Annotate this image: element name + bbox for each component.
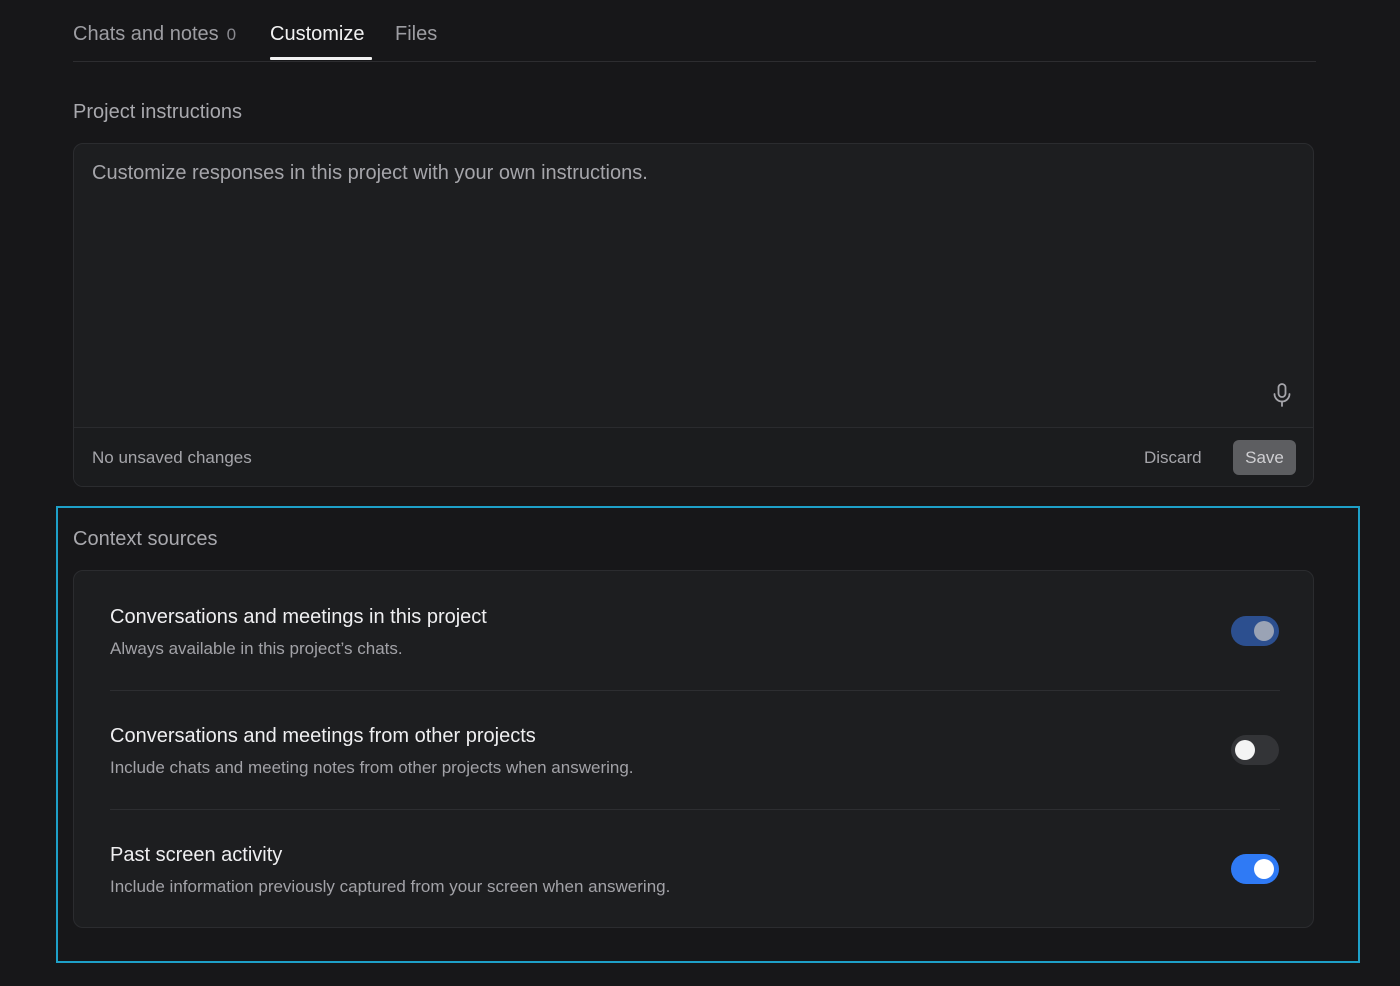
tab-bar: Chats and notes 0 Customize Files <box>73 0 1316 62</box>
tab-files[interactable]: Files <box>395 20 437 48</box>
tab-label: Files <box>395 23 438 45</box>
context-source-description: Include information previously captured … <box>110 877 671 896</box>
screen-activity-toggle[interactable] <box>1231 854 1279 884</box>
save-button[interactable]: Save <box>1233 440 1296 475</box>
context-sources-heading: Context sources <box>73 528 218 550</box>
discard-button[interactable]: Discard <box>1134 440 1212 476</box>
microphone-icon[interactable] <box>1270 382 1294 408</box>
toggle-knob <box>1235 740 1255 760</box>
tab-label: Customize <box>270 23 365 45</box>
toggle-knob <box>1254 621 1274 641</box>
tab-chats-and-notes[interactable]: Chats and notes 0 <box>73 20 236 49</box>
context-source-row-this-project: Conversations and meetings in this proje… <box>110 571 1280 691</box>
other-projects-toggle[interactable] <box>1231 735 1279 765</box>
context-source-title: Past screen activity <box>110 844 283 866</box>
project-instructions-card: No unsaved changes Discard Save <box>73 143 1314 487</box>
toggle-knob <box>1254 859 1274 879</box>
context-source-title: Conversations and meetings from other pr… <box>110 725 536 747</box>
instructions-footer: No unsaved changes Discard Save <box>74 427 1313 486</box>
active-tab-indicator <box>270 57 372 60</box>
project-instructions-input[interactable] <box>74 144 1313 427</box>
context-source-description: Include chats and meeting notes from oth… <box>110 758 634 777</box>
context-sources-card: Conversations and meetings in this proje… <box>73 570 1314 928</box>
save-status-text: No unsaved changes <box>92 448 252 467</box>
tab-count-badge: 0 <box>226 25 237 44</box>
tab-label: Chats and notes <box>73 23 219 45</box>
context-source-description: Always available in this project’s chats… <box>110 639 403 658</box>
tab-customize[interactable]: Customize <box>270 20 364 48</box>
context-source-row-screen-activity: Past screen activity Include information… <box>110 809 1280 928</box>
this-project-toggle[interactable] <box>1231 616 1279 646</box>
context-source-title: Conversations and meetings in this proje… <box>110 606 487 628</box>
project-instructions-heading: Project instructions <box>73 101 242 123</box>
context-source-row-other-projects: Conversations and meetings from other pr… <box>110 690 1280 810</box>
